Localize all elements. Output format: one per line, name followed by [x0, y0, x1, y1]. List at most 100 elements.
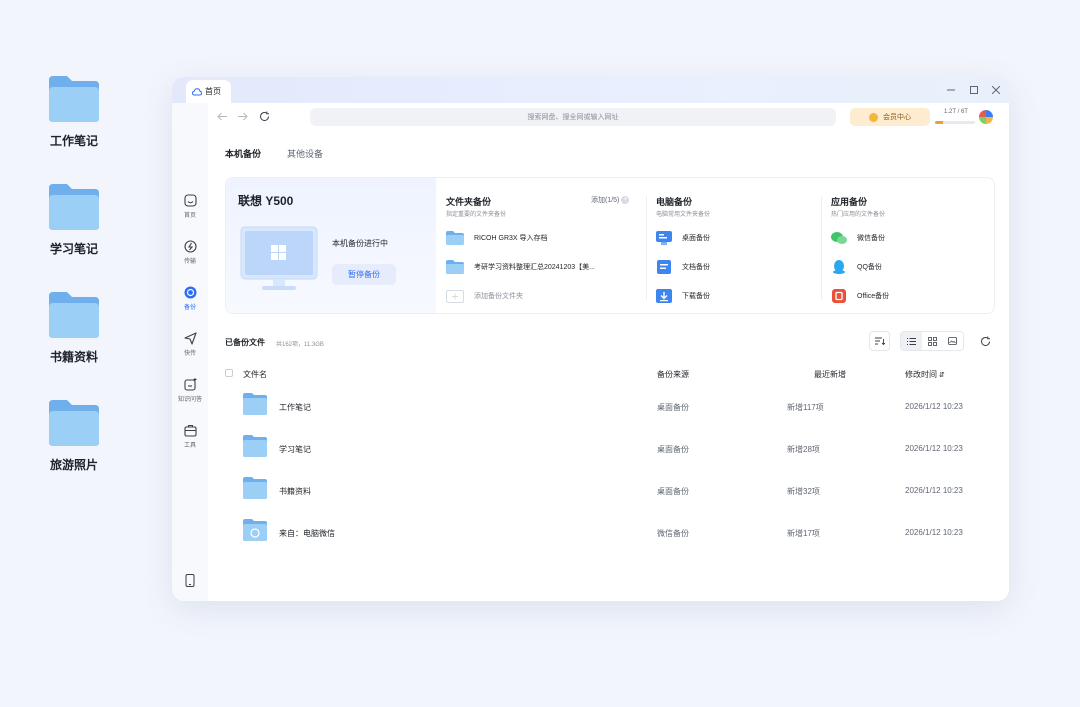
desktop-icon-study-notes[interactable]: 学习笔记	[40, 182, 108, 257]
app-backup-section: 应用备份 热门应用的文件备份 微信备份 QQ备份 Office备份	[831, 178, 991, 313]
desktop-icon-books[interactable]: 书籍资料	[40, 290, 108, 365]
folder-icon	[446, 231, 464, 245]
back-button[interactable]	[216, 110, 228, 122]
address-bar[interactable]	[310, 108, 836, 126]
file-list-title: 已备份文件	[225, 338, 265, 347]
toolbox-icon	[183, 424, 197, 437]
avatar[interactable]	[979, 110, 993, 124]
view-mode-group	[900, 331, 964, 351]
desktop-icon-work-notes[interactable]: 工作笔记	[40, 74, 108, 149]
list-view-button[interactable]	[901, 332, 922, 350]
sidebar-item-home[interactable]: 首页	[172, 194, 208, 219]
knowledge-icon	[183, 378, 196, 391]
column-header-recent[interactable]: 最近新增	[814, 369, 846, 380]
folder-backup-item[interactable]: RICOH GR3X 导入存档	[446, 230, 548, 246]
close-button[interactable]	[990, 84, 1002, 96]
divider	[821, 196, 822, 300]
file-recent: 新增117项	[787, 403, 824, 412]
folder-icon	[49, 76, 99, 122]
desktop-backup-item[interactable]: 桌面备份	[656, 230, 710, 246]
pc-backup-section: 电脑备份 电脑常用文件夹备份 桌面备份 文档备份 下载备份	[656, 178, 816, 313]
transfer-icon	[183, 240, 197, 253]
tab-home[interactable]: 首页	[186, 80, 231, 103]
subtab-local-backup[interactable]: 本机备份	[225, 147, 261, 160]
file-source: 桌面备份	[657, 487, 689, 496]
folder-backup-section: 文件夹备份 指定重要的文件夹备份 添加(1/5) + RICOH GR3X 导入存…	[446, 178, 636, 313]
storage-indicator[interactable]: 1.2T / 6T	[935, 109, 977, 127]
refresh-list-button[interactable]	[977, 331, 993, 351]
table-row[interactable]: 来自：电脑微信 微信备份 新增17项 2026/1/12 10:23	[225, 513, 985, 553]
folder-add-icon	[446, 290, 464, 303]
sidebar-item-send[interactable]: 快传	[172, 332, 208, 357]
file-source: 桌面备份	[657, 403, 689, 412]
table-row[interactable]: 工作笔记 桌面备份 新增117项 2026/1/12 10:23	[225, 387, 985, 427]
sidebar-item-tools[interactable]: 工具	[172, 424, 208, 449]
add-folder-link[interactable]: 添加(1/5) +	[591, 195, 630, 205]
crown-icon	[869, 112, 878, 122]
qq-backup-item[interactable]: QQ备份	[831, 259, 882, 275]
section-subtitle: 指定重要的文件夹备份	[446, 212, 507, 218]
close-icon	[992, 86, 1000, 94]
device-name: 联想 Y500	[238, 194, 294, 208]
documents-backup-item[interactable]: 文档备份	[656, 259, 710, 275]
file-modified: 2026/1/12 10:23	[905, 528, 963, 537]
section-subtitle: 热门应用的文件备份	[831, 212, 886, 218]
storage-bar	[935, 121, 975, 124]
sidebar-phone-button[interactable]	[172, 574, 208, 587]
table-header: 文件名 备份来源 最近新增 修改时间 ⇵	[225, 369, 985, 383]
file-recent: 新增28项	[787, 445, 820, 454]
device-card: 联想 Y500 本机备份进行中 暂停备份	[226, 178, 436, 313]
add-backup-folder-row[interactable]: 添加备份文件夹	[446, 288, 523, 304]
refresh-icon	[259, 111, 269, 121]
pause-backup-button[interactable]: 暂停备份	[332, 264, 396, 285]
sidebar-item-backup[interactable]: 备份	[172, 286, 208, 311]
cloud-folder-icon	[243, 519, 267, 541]
backup-icon	[184, 286, 196, 299]
home-icon	[183, 194, 197, 207]
file-modified: 2026/1/12 10:23	[905, 402, 963, 411]
sort-button[interactable]	[869, 331, 890, 351]
forward-button[interactable]	[236, 110, 248, 122]
desktop-icon-label: 工作笔记	[49, 134, 98, 148]
wechat-backup-item[interactable]: 微信备份	[831, 230, 885, 246]
file-name: 学习笔记	[279, 445, 311, 454]
image-icon	[948, 337, 958, 345]
folder-backup-item[interactable]: 考研学习资料整理汇总20241203【美...	[446, 259, 595, 275]
storage-bar-fill	[935, 121, 943, 124]
maximize-button[interactable]	[968, 84, 980, 96]
sidebar-item-knowledge[interactable]: 知识问答	[172, 378, 208, 403]
column-header-modified[interactable]: 修改时间 ⇵	[905, 369, 945, 380]
section-title: 电脑备份	[656, 197, 693, 207]
vip-center-button[interactable]: 会员中心	[850, 108, 930, 126]
column-header-name[interactable]: 文件名	[243, 369, 267, 380]
sidebar-item-transfer[interactable]: 传输	[172, 240, 208, 265]
grid-icon	[927, 336, 937, 346]
table-row[interactable]: 书籍资料 桌面备份 新增32项 2026/1/12 10:23	[225, 471, 985, 511]
thumbnail-view-button[interactable]	[942, 332, 963, 350]
backup-status: 本机备份进行中	[332, 239, 388, 248]
section-title: 文件夹备份	[446, 197, 492, 207]
subtab-other-devices[interactable]: 其他设备	[287, 147, 323, 160]
table-row[interactable]: 学习笔记 桌面备份 新增28项 2026/1/12 10:23	[225, 429, 985, 469]
downloads-backup-item[interactable]: 下载备份	[656, 288, 710, 304]
minimize-icon	[947, 89, 955, 91]
section-title: 应用备份	[831, 197, 868, 207]
maximize-icon	[970, 86, 978, 94]
select-all-checkbox[interactable]	[225, 369, 233, 377]
section-subtitle: 电脑常用文件夹备份	[656, 212, 711, 218]
file-name: 书籍资料	[279, 487, 311, 496]
file-list-meta: 共162项，11.3GB	[276, 342, 324, 348]
download-icon	[656, 289, 672, 303]
desktop-icon-travel-photos[interactable]: 旅游照片	[40, 398, 108, 473]
plus-icon: +	[621, 196, 630, 204]
column-header-source[interactable]: 备份来源	[657, 369, 689, 380]
office-backup-item[interactable]: Office备份	[831, 288, 889, 304]
grid-view-button[interactable]	[922, 332, 943, 350]
file-source: 桌面备份	[657, 445, 689, 454]
file-modified: 2026/1/12 10:23	[905, 486, 963, 495]
folder-icon	[243, 477, 267, 499]
reload-button[interactable]	[258, 110, 270, 122]
desktop-icon-label: 书籍资料	[49, 350, 98, 364]
monitor-icon	[240, 226, 318, 290]
minimize-button[interactable]	[945, 84, 957, 96]
